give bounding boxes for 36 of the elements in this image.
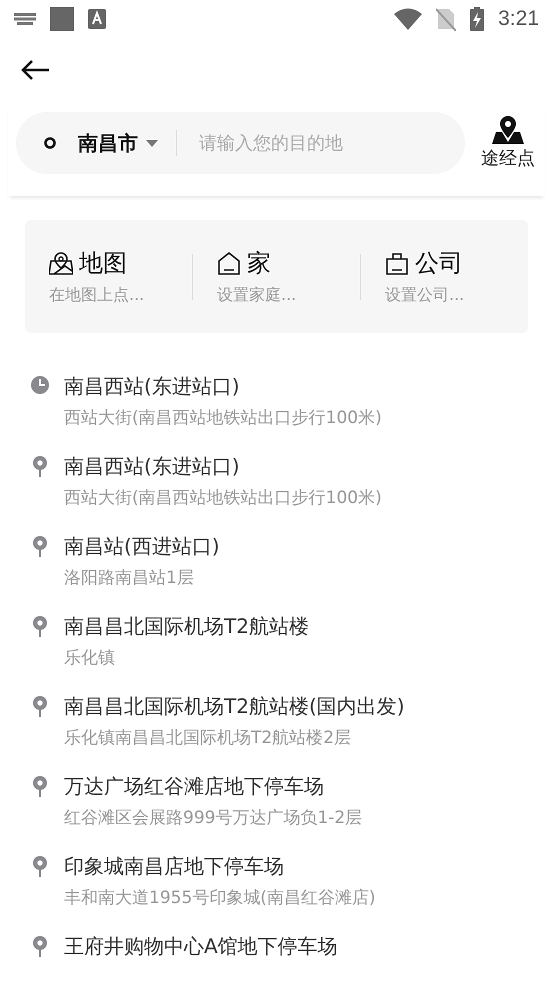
- text-input-icon: [88, 9, 106, 29]
- caret-icon: [146, 140, 158, 146]
- no-sim-icon: [436, 7, 456, 31]
- map-pin-icon: [492, 116, 524, 144]
- house-icon: [217, 250, 241, 276]
- place-item[interactable]: 王府井购物中心A馆地下停车场: [30, 933, 553, 960]
- bag-icon: [385, 250, 409, 276]
- shortcut-button[interactable]: 家 设置家庭...: [193, 246, 360, 307]
- place-item[interactable]: 万达广场红谷滩店地下停车场 红谷滩区会展路999号万达广场负1-2层: [30, 773, 553, 829]
- location-pin-icon: [30, 695, 50, 717]
- location-pin-icon: [30, 855, 50, 877]
- place-item[interactable]: 南昌站(西进站口) 洛阳路南昌站1层: [30, 533, 553, 589]
- keyboard-icon: [14, 13, 36, 25]
- shortcut-button[interactable]: 地图 在地图上点...: [25, 246, 192, 307]
- battery-charging-icon: [470, 7, 484, 31]
- location-pin-icon: [30, 535, 50, 557]
- location-pin-icon: [30, 455, 50, 477]
- waypoint-button[interactable]: 途经点: [481, 116, 535, 170]
- city-dropdown[interactable]: 南昌市: [78, 130, 158, 156]
- place-item[interactable]: 印象城南昌店地下停车场 丰和南大道1955号印象城(南昌红谷滩店): [30, 853, 553, 909]
- location-pin-icon: [30, 935, 50, 957]
- place-item[interactable]: 南昌西站(东进站口) 西站大街(南昌西站地铁站出口步行100米): [30, 373, 553, 429]
- shortcut-button[interactable]: 公司 设置公司...: [361, 246, 528, 307]
- location-pin-icon: [30, 615, 50, 637]
- clock-icon: [30, 375, 50, 397]
- place-item[interactable]: 南昌昌北国际机场T2航站楼(国内出发) 乐化镇南昌昌北国际机场T2航站楼2层: [30, 693, 553, 749]
- back-arrow-icon: [20, 59, 50, 81]
- clock-time: 3:21: [498, 7, 539, 31]
- place-item[interactable]: 南昌西站(东进站口) 西站大街(南昌西站地铁站出口步行100米): [30, 453, 553, 509]
- origin-dot-icon: [44, 137, 56, 149]
- location-pin-icon: [30, 775, 50, 797]
- search-field[interactable]: 南昌市 请输入您的目的地: [16, 112, 465, 174]
- back-button[interactable]: [20, 59, 50, 81]
- place-item[interactable]: 南昌昌北国际机场T2航站楼 乐化镇: [30, 613, 553, 669]
- wifi-icon: [394, 8, 422, 30]
- map-pin-icon: [49, 250, 73, 276]
